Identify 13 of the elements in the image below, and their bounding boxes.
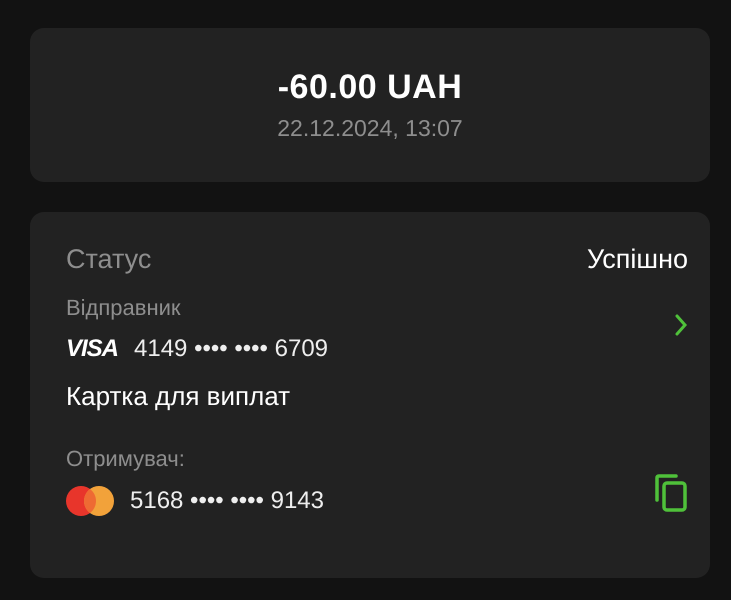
status-value: Успішно xyxy=(586,244,688,275)
card-number: 5168 •••• •••• 9143 xyxy=(130,487,324,515)
transaction-date: 22.12.2024, 13:07 xyxy=(277,115,463,142)
status-label: Статус xyxy=(66,244,152,275)
card-name: Картка для виплат xyxy=(66,381,290,412)
chevron-right-icon[interactable] xyxy=(674,313,688,337)
mastercard-icon xyxy=(66,486,114,516)
amount: -60.00 UAH xyxy=(278,68,462,107)
visa-logo: VISA xyxy=(66,335,118,363)
copy-icon[interactable] xyxy=(654,474,688,512)
card-number: 4149 •••• •••• 6709 xyxy=(134,335,328,363)
sender-label: Відправник xyxy=(66,295,181,321)
recipient-label: Отримувач: xyxy=(66,446,185,472)
